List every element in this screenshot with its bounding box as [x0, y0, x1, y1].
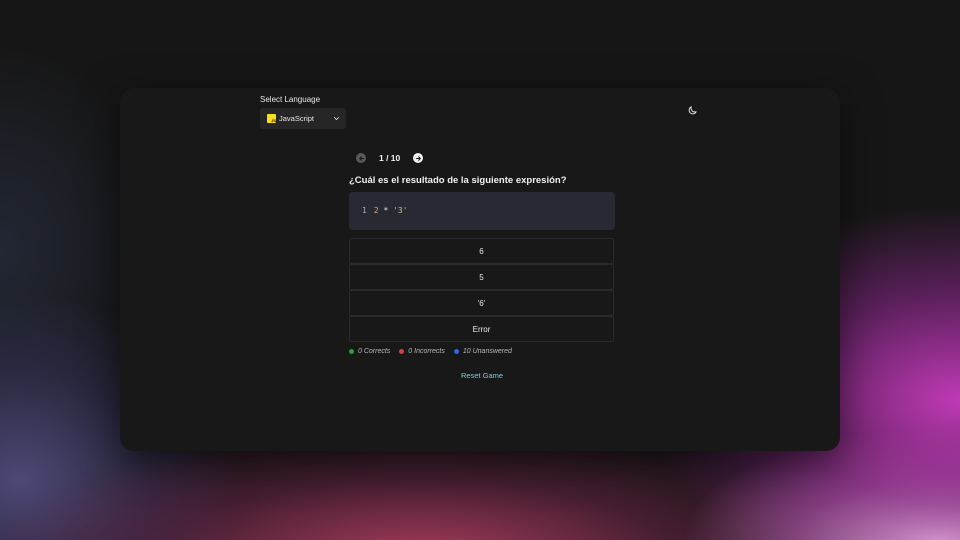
answer-option[interactable]: 5 — [349, 264, 614, 290]
language-label: Select Language — [260, 95, 321, 104]
answer-option[interactable]: Error — [349, 316, 614, 342]
javascript-logo-icon: JS — [267, 114, 276, 123]
arrow-right-icon — [415, 149, 422, 167]
page-indicator: 1 / 10 — [379, 153, 401, 163]
unanswered-dot-icon — [453, 349, 459, 354]
theme-toggle-button[interactable] — [686, 105, 699, 118]
moon-icon — [687, 103, 698, 121]
incorrect-stat: 0 Incorrects — [399, 348, 445, 355]
answer-option[interactable]: 6 — [349, 238, 614, 264]
arrow-left-icon — [358, 149, 365, 167]
question-text: ¿Cuál es el resultado de la siguiente ex… — [349, 175, 567, 186]
code-block: 12 * '3' — [349, 192, 615, 230]
next-question-button[interactable] — [413, 153, 424, 163]
score-stats: 0 Corrects 0 Incorrects 10 Unanswered — [349, 348, 521, 355]
code-string-token: '3' — [393, 206, 408, 215]
answer-option[interactable]: '6' — [349, 290, 614, 316]
correct-stat: 0 Corrects — [349, 348, 390, 355]
language-select[interactable]: JS JavaScript — [260, 108, 346, 129]
chevron-down-icon — [332, 115, 340, 123]
correct-count: 0 Corrects — [358, 348, 391, 355]
question-pager: 1 / 10 — [356, 152, 424, 164]
unanswered-count: 10 Unanswered — [462, 348, 512, 355]
answer-options: 6 5 '6' Error — [349, 238, 614, 342]
language-select-value: JavaScript — [279, 114, 315, 123]
code-operator-token: * — [378, 206, 394, 215]
code-line-number: 1 — [362, 206, 367, 215]
correct-dot-icon — [349, 349, 354, 354]
incorrect-dot-icon — [399, 349, 405, 354]
unanswered-stat: 10 Unanswered — [453, 348, 512, 355]
reset-game-button[interactable]: Reset Game — [461, 371, 503, 380]
previous-question-button[interactable] — [356, 153, 366, 163]
incorrect-count: 0 Incorrects — [408, 348, 445, 355]
